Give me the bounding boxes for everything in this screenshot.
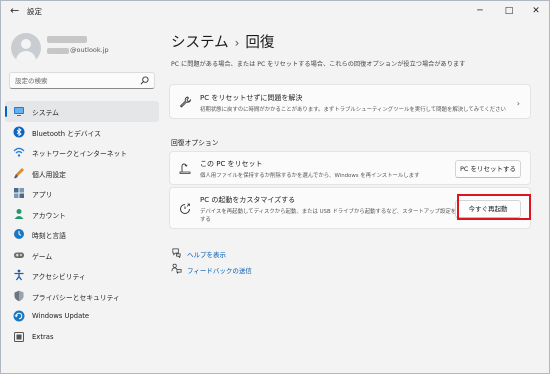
search-input[interactable] xyxy=(15,75,135,87)
sidebar-item-time-language[interactable]: 時刻と言語 xyxy=(5,224,159,245)
sidebar-item-label: ゲーム xyxy=(32,252,53,261)
advanced-startup-icon xyxy=(180,203,190,214)
sidebar-item-privacy[interactable]: プライバシーとセキュリティ xyxy=(5,286,159,307)
minimize-button[interactable]: ─ xyxy=(467,1,493,21)
settings-search-box[interactable] xyxy=(9,72,155,89)
main-content: システム › 回復 PC に問題がある場合、または PC をリセットする場合、これら… xyxy=(161,21,549,373)
accessibility-icon xyxy=(14,269,24,281)
sidebar-nav: システム Bluetooth とデバイス ネットワークとインターネット 個人用設… xyxy=(5,101,159,347)
bluetooth-icon xyxy=(13,126,25,137)
shield-icon xyxy=(14,290,24,301)
sidebar-item-label: アプリ xyxy=(32,191,53,199)
search-icon xyxy=(140,76,149,85)
sidebar-item-label: Extras xyxy=(32,332,54,341)
send-feedback-label[interactable]: フィードバックの送信 xyxy=(187,265,252,275)
game-icon xyxy=(14,252,24,258)
sidebar-item-windows-update[interactable]: Windows Update xyxy=(5,306,159,327)
sidebar-item-label: プライバシーとセキュリティ xyxy=(32,293,120,302)
advanced-startup-description-cont: する xyxy=(200,217,211,223)
get-help-label[interactable]: ヘルプを表示 xyxy=(187,249,226,259)
user-email: @outlook.jp xyxy=(70,46,109,54)
breadcrumb-separator: › xyxy=(234,36,240,50)
sidebar-item-label: 個人用設定 xyxy=(32,170,66,179)
highlight-box xyxy=(457,194,531,220)
breadcrumb-current: 回復 xyxy=(245,35,275,51)
chevron-right-icon: › xyxy=(516,99,520,108)
sidebar-item-extras[interactable]: Extras xyxy=(5,327,159,348)
system-icon xyxy=(14,107,24,116)
sidebar-item-bluetooth[interactable]: Bluetooth とデバイス xyxy=(5,122,159,143)
back-arrow-icon[interactable]: ← xyxy=(10,4,19,17)
sidebar-item-label: ネットワークとインターネット xyxy=(32,150,128,158)
section-header-recovery-options: 回復オプション xyxy=(171,139,219,147)
user-email-redacted xyxy=(47,48,69,54)
breadcrumb-parent[interactable]: システム xyxy=(171,35,229,51)
sidebar-item-gaming[interactable]: ゲーム xyxy=(5,245,159,266)
account-icon xyxy=(14,208,24,219)
page-description: PC に問題がある場合、または PC をリセットする場合、これらの回復オプション… xyxy=(171,61,466,68)
troubleshoot-card[interactable]: PC をリセットせずに問題を解決 初期状態に戻すのに時間がかかることがあります。… xyxy=(169,84,531,119)
settings-window: ← 設定 ─ □ ✕ @outlook.jp 設定の検索 システム Blueto… xyxy=(0,0,550,374)
sidebar-item-system[interactable]: システム xyxy=(5,101,159,122)
sidebar-item-label: Bluetooth とデバイス xyxy=(32,129,101,138)
reset-pc-button[interactable]: PC をリセットする xyxy=(455,160,521,178)
sidebar: @outlook.jp システム xyxy=(1,21,161,373)
apps-icon xyxy=(14,188,24,198)
wrench-icon xyxy=(179,96,191,108)
windows-update-icon xyxy=(13,310,25,322)
advanced-startup-description: デバイスを再起動してディスクから起動、または USB ドライブから起動するなど、… xyxy=(200,209,467,215)
network-icon xyxy=(13,147,25,157)
extras-icon xyxy=(14,331,24,342)
close-button[interactable]: ✕ xyxy=(523,1,549,21)
maximize-button[interactable]: □ xyxy=(496,1,522,21)
reset-pc-description: 個人用ファイルを保持するか削除するかを選んでから、Windows を再インストー… xyxy=(200,173,420,179)
reset-pc-icon xyxy=(179,163,191,174)
avatar[interactable] xyxy=(11,33,41,63)
sidebar-item-accounts[interactable]: アカウント xyxy=(5,204,159,225)
reset-pc-card: この PC をリセット 個人用ファイルを保持するか削除するかを選んでから、Win… xyxy=(169,151,531,185)
sidebar-item-label: アカウント xyxy=(32,211,66,220)
troubleshoot-title: PC をリセットせずに問題を解決 xyxy=(200,94,303,102)
avatar-body xyxy=(16,51,36,63)
sidebar-item-label: Windows Update xyxy=(32,312,90,320)
sidebar-item-personalization[interactable]: 個人用設定 xyxy=(5,163,159,184)
page-title: システム › 回復 xyxy=(171,31,274,52)
sidebar-item-network[interactable]: ネットワークとインターネット xyxy=(5,142,159,163)
active-indicator xyxy=(5,106,7,117)
user-name-redacted xyxy=(47,36,87,43)
sidebar-item-label: 時刻と言語 xyxy=(32,232,66,240)
help-icon xyxy=(172,248,181,258)
brush-icon xyxy=(14,167,24,178)
sidebar-item-apps[interactable]: アプリ xyxy=(5,183,159,204)
sidebar-item-label: アクセシビリティ xyxy=(32,273,86,281)
reset-pc-title: この PC をリセット xyxy=(200,160,263,168)
troubleshoot-description: 初期状態に戻すのに時間がかかることがあります。まずトラブルシューティングツールを… xyxy=(200,107,506,113)
feedback-icon xyxy=(171,263,182,274)
sidebar-item-accessibility[interactable]: アクセシビリティ xyxy=(5,265,159,286)
time-language-icon xyxy=(14,229,24,239)
avatar-head xyxy=(21,39,31,49)
sidebar-item-label: システム xyxy=(32,109,59,117)
advanced-startup-title: PC の起動をカスタマイズする xyxy=(200,196,296,204)
window-title: 設定 xyxy=(27,7,42,16)
title-bar: ← 設定 ─ □ ✕ xyxy=(1,1,549,21)
